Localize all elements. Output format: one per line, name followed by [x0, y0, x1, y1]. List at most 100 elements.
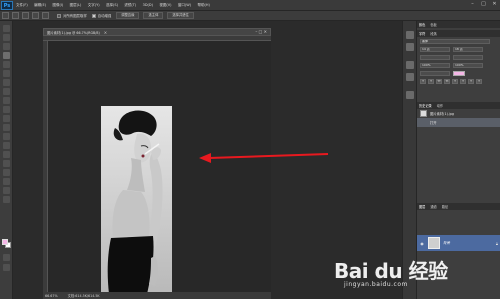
menu-edit[interactable]: 编辑(E): [34, 3, 46, 8]
zoom-level[interactable]: 66.67%: [45, 294, 58, 298]
tab-swatches[interactable]: 色板: [430, 22, 436, 27]
scale-row: 100% 100%: [417, 62, 500, 69]
menu-select[interactable]: 选择(S): [106, 3, 118, 8]
tab-channels[interactable]: 通道: [430, 204, 436, 209]
blur-tool-icon[interactable]: [3, 133, 10, 140]
tool-preset-icon[interactable]: [2, 12, 9, 19]
quick-selection-tool-icon[interactable]: [3, 52, 10, 59]
menu-view[interactable]: 视图(V): [159, 3, 171, 8]
tab-paragraph[interactable]: 段落: [430, 31, 436, 36]
pen-tool-icon[interactable]: [3, 151, 10, 158]
lasso-tool-icon[interactable]: [3, 43, 10, 50]
horizontal-scale-field[interactable]: 100%: [453, 63, 483, 68]
options-bar: 对所有图层取样 自动增强 调整边缘 选主体 选择并遮住: [0, 11, 500, 21]
strikethrough-button[interactable]: T: [476, 79, 482, 84]
text-color-swatch[interactable]: [453, 71, 465, 76]
leading-select[interactable]: 18 点: [453, 47, 483, 52]
close-icon[interactable]: ✕: [491, 1, 498, 8]
tab-character[interactable]: 字符: [419, 31, 425, 36]
tracking-select[interactable]: [453, 55, 483, 60]
foreground-color-swatch[interactable]: [2, 239, 8, 245]
underline-button[interactable]: T: [468, 79, 474, 84]
menu-image[interactable]: 图像(I): [52, 3, 63, 8]
type-tool-icon[interactable]: [3, 160, 10, 167]
layers-panel-tabs: 图层 通道 路径: [417, 203, 500, 210]
gradient-tool-icon[interactable]: [3, 124, 10, 131]
new-selection-icon[interactable]: [12, 12, 19, 19]
select-and-mask-button[interactable]: 选择并遮住: [167, 12, 194, 19]
zoom-tool-icon[interactable]: [3, 196, 10, 203]
move-tool-icon[interactable]: [3, 25, 10, 32]
photo-woman-smoking: [101, 106, 172, 294]
shape-tool-icon[interactable]: [3, 178, 10, 185]
watermark-url: jingyan.baidu.com: [344, 281, 408, 288]
dodge-tool-icon[interactable]: [3, 142, 10, 149]
document-tab[interactable]: 图片素材(1).jpg @ 66.7%(RGB/8) × – □ ✕: [43, 28, 271, 36]
hand-tool-icon[interactable]: [3, 187, 10, 194]
baseline-shift-field[interactable]: [420, 71, 450, 76]
faux-italic-button[interactable]: T: [428, 79, 434, 84]
vertical-scale-field[interactable]: 100%: [420, 63, 450, 68]
font-size-select[interactable]: 14 点: [420, 47, 450, 52]
brush-size-icon[interactable]: [42, 12, 49, 19]
crop-tool-icon[interactable]: [3, 61, 10, 68]
quick-mask-icon[interactable]: [3, 254, 10, 261]
subtract-selection-icon[interactable]: [32, 12, 39, 19]
document-window-buttons[interactable]: – □ ✕: [255, 29, 267, 34]
minimize-icon[interactable]: –: [469, 1, 476, 8]
maximize-icon[interactable]: □: [480, 1, 487, 8]
menu-window[interactable]: 窗口(W): [178, 3, 191, 8]
tab-history[interactable]: 历史记录: [419, 103, 432, 108]
tab-color[interactable]: 颜色: [419, 22, 425, 27]
path-selection-tool-icon[interactable]: [3, 169, 10, 176]
layer-row-background[interactable]: ◉ 背景 🔒︎: [417, 235, 500, 251]
superscript-button[interactable]: T: [452, 79, 458, 84]
eye-icon[interactable]: ◉: [419, 241, 425, 246]
menu-filter[interactable]: 滤镜(T): [124, 3, 136, 8]
subscript-button[interactable]: T: [460, 79, 466, 84]
clone-stamp-tool-icon[interactable]: [3, 97, 10, 104]
sample-all-layers-label: 对所有图层取样: [63, 14, 87, 18]
history-state-icon: [420, 119, 427, 126]
eyedropper-tool-icon[interactable]: [3, 70, 10, 77]
font-family-row: 黑体: [417, 38, 500, 45]
font-size-row: 14 点 18 点: [417, 46, 500, 53]
tab-actions[interactable]: 动作: [437, 103, 443, 108]
snapshot-label: 图片素材(1).jpg: [430, 112, 455, 116]
tab-paths[interactable]: 路径: [442, 204, 448, 209]
info-panel-icon[interactable]: [406, 91, 414, 99]
select-subject-button[interactable]: 选主体: [143, 12, 164, 19]
history-brush-tool-icon[interactable]: [3, 106, 10, 113]
history-state-open[interactable]: 打开: [417, 118, 500, 127]
history-panel-tabs: 历史记录 动作: [417, 102, 500, 109]
healing-brush-tool-icon[interactable]: [3, 79, 10, 86]
menu-file[interactable]: 文件(F): [16, 3, 28, 8]
brush-panel-icon[interactable]: [406, 43, 414, 51]
menu-3d[interactable]: 3D(D): [143, 3, 153, 7]
font-family-select[interactable]: 黑体: [420, 39, 490, 44]
history-panel-icon[interactable]: [406, 31, 414, 39]
menu-layer[interactable]: 图层(L): [70, 3, 82, 8]
add-selection-icon[interactable]: [22, 12, 29, 19]
tab-layers[interactable]: 图层: [419, 204, 425, 209]
menu-type[interactable]: 文字(Y): [88, 3, 100, 8]
auto-enhance-checkbox[interactable]: 自动增强: [91, 13, 111, 18]
paragraph-panel-icon[interactable]: [406, 73, 414, 81]
small-caps-button[interactable]: Tt: [444, 79, 450, 84]
screen-mode-icon[interactable]: [3, 264, 10, 271]
close-icon[interactable]: ×: [104, 30, 107, 35]
faux-bold-button[interactable]: T: [420, 79, 426, 84]
all-caps-button[interactable]: TT: [436, 79, 442, 84]
history-snapshot[interactable]: 图片素材(1).jpg: [417, 109, 500, 118]
sample-all-layers-checkbox[interactable]: 对所有图层取样: [57, 13, 87, 18]
canvas[interactable]: [48, 41, 271, 294]
checkbox-box[interactable]: [57, 13, 61, 18]
brush-tool-icon[interactable]: [3, 88, 10, 95]
eraser-tool-icon[interactable]: [3, 115, 10, 122]
menu-help[interactable]: 帮助(H): [197, 3, 209, 8]
refine-edge-button[interactable]: 调整边缘: [116, 12, 140, 19]
checkbox-box[interactable]: [91, 13, 96, 18]
character-panel-icon[interactable]: [406, 61, 414, 69]
marquee-tool-icon[interactable]: [3, 34, 10, 41]
kerning-select[interactable]: [420, 55, 450, 60]
